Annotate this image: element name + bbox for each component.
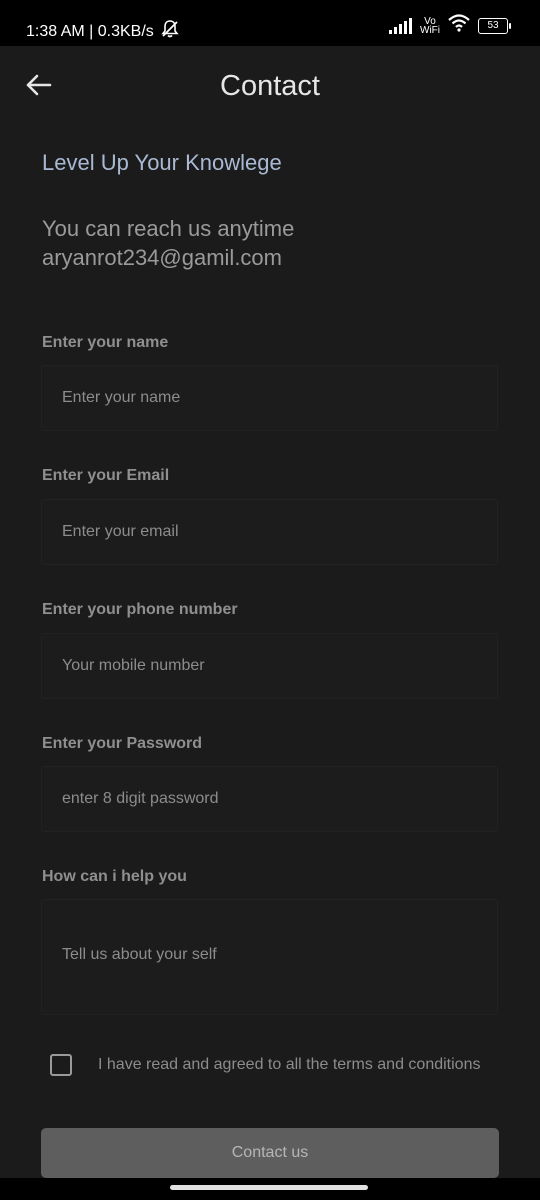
- contact-email: aryanrot234@gamil.com: [42, 245, 282, 270]
- name-label: Enter your name: [42, 334, 169, 351]
- vowifi-indicator: Vo WiFi: [420, 16, 440, 36]
- password-input[interactable]: [42, 767, 497, 831]
- phone-field-box: [41, 633, 498, 699]
- reach-line: You can reach us anytime: [42, 216, 295, 241]
- signal-icon: [389, 17, 412, 34]
- status-time-speed: 1:38 AM | 0.3KB/s: [26, 22, 154, 40]
- contact-us-label: Contact us: [231, 1144, 309, 1161]
- status-right: Vo WiFi 53: [389, 14, 511, 37]
- home-indicator[interactable]: [170, 1185, 368, 1190]
- app-header: Contact: [0, 46, 540, 126]
- wifi-icon: [448, 14, 470, 37]
- page-title: Contact: [220, 70, 320, 102]
- bell-off-icon: [160, 19, 180, 44]
- name-field-box: [41, 365, 498, 431]
- status-left: 1:38 AM | 0.3KB/s: [26, 19, 180, 44]
- battery-level: 53: [487, 20, 499, 31]
- contact-screen: 1:38 AM | 0.3KB/s Vo WiFi 53 Contact Lev…: [0, 0, 540, 1200]
- email-input[interactable]: [42, 500, 497, 564]
- password-label: Enter your Password: [42, 735, 203, 752]
- intro-section: Level Up Your Knowlege You can reach us …: [42, 150, 500, 272]
- help-field-box: [41, 899, 498, 1015]
- help-textarea[interactable]: [42, 900, 497, 1014]
- email-field-box: [41, 499, 498, 565]
- phone-input[interactable]: [42, 634, 497, 698]
- terms-checkbox[interactable]: [50, 1054, 72, 1076]
- wifi-label: WiFi: [420, 24, 440, 36]
- email-label: Enter your Email: [42, 467, 170, 484]
- battery-icon: 53: [478, 17, 511, 34]
- password-field-box: [41, 766, 498, 832]
- system-nav-bar: [0, 1178, 540, 1200]
- phone-label: Enter your phone number: [42, 601, 238, 618]
- name-input[interactable]: [42, 366, 497, 430]
- terms-text: I have read and agreed to all the terms …: [98, 1056, 481, 1073]
- terms-row: I have read and agreed to all the terms …: [50, 1052, 500, 1078]
- contact-us-button[interactable]: Contact us: [41, 1128, 499, 1178]
- reach-text: You can reach us anytime aryanrot234@gam…: [42, 214, 500, 272]
- status-bar: 1:38 AM | 0.3KB/s Vo WiFi 53: [0, 0, 540, 46]
- tagline: Level Up Your Knowlege: [42, 150, 282, 175]
- help-label: How can i help you: [42, 868, 187, 885]
